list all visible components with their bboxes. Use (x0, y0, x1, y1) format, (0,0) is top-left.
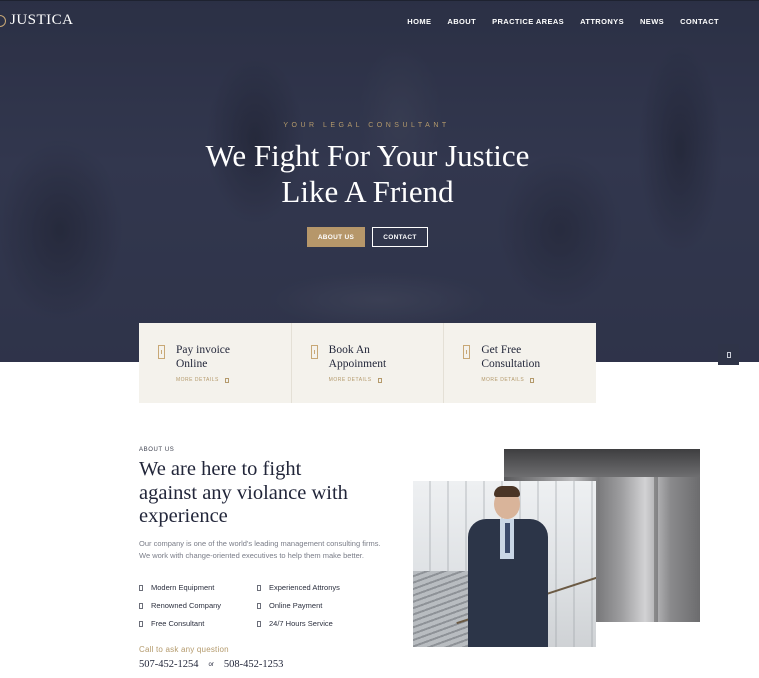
feature-item: 24/7 Hours Service (257, 619, 375, 628)
feature-label: Experienced Attronys (269, 583, 340, 592)
phone-link-1[interactable]: 507-452-1254 (139, 659, 199, 670)
card-title: Book An Appoinment (329, 343, 429, 371)
feature-label: Renowned Company (151, 601, 222, 610)
scales-icon (0, 14, 6, 27)
card-title-line-2: Online (176, 358, 208, 370)
check-icon (257, 620, 261, 627)
card-title-line-2: Consultation (481, 358, 541, 370)
about-label: ABOUT US (139, 447, 175, 453)
more-details-link[interactable]: MORE DETAILS (176, 377, 229, 383)
feature-label: Modern Equipment (151, 583, 215, 592)
more-details-link[interactable]: MORE DETAILS (481, 377, 535, 383)
card-title-line-1: Book An (328, 344, 370, 356)
check-icon (257, 584, 261, 591)
arrow-right-icon (224, 377, 229, 383)
service-cards: Pay invoice Online MORE DETAILS Book An … (139, 323, 596, 403)
more-details-label: MORE DETAILS (481, 377, 525, 383)
feature-item: Free Consultant (139, 619, 257, 628)
site-logo[interactable]: JUSTICA (0, 12, 74, 29)
feature-item: Online Payment (257, 601, 375, 610)
nav-attronys[interactable]: ATTRONYS (580, 17, 624, 26)
service-card-pay-invoice[interactable]: Pay invoice Online MORE DETAILS (139, 323, 292, 403)
person-hair-shape (494, 486, 520, 497)
about-text-line-1: Our company is one of the world's leadin… (139, 539, 381, 548)
cart-icon (726, 351, 731, 358)
about-description: Our company is one of the world's leadin… (139, 538, 409, 562)
feature-item: Experienced Attronys (257, 583, 375, 592)
main-nav: HOME ABOUT PRACTICE AREAS ATTRONYS NEWS … (407, 17, 719, 26)
card-title-line-2: Appoinment (328, 358, 387, 370)
nav-about[interactable]: ABOUT (447, 17, 476, 26)
contact-button[interactable]: CONTACT (372, 227, 428, 247)
arrow-right-icon (377, 377, 382, 383)
nav-news[interactable]: NEWS (640, 17, 664, 26)
feature-label: 24/7 Hours Service (269, 619, 333, 628)
check-icon (139, 584, 143, 591)
feature-item: Modern Equipment (139, 583, 257, 592)
about-title-line-3: experience (139, 505, 228, 527)
service-card-book-appointment[interactable]: Book An Appoinment MORE DETAILS (292, 323, 445, 403)
calendar-icon (310, 345, 318, 359)
card-title: Pay invoice Online (176, 343, 276, 371)
hero-subtitle: YOUR LEGAL CONSULTANT (283, 122, 450, 129)
card-title-line-1: Pay invoice (176, 344, 230, 356)
feature-list: Modern Equipment Experienced Attronys Re… (139, 583, 379, 628)
hero-title-line-1: We Fight For Your Justice (205, 138, 530, 173)
nav-home[interactable]: HOME (407, 17, 431, 26)
check-icon (139, 602, 143, 609)
person-tie-shape (505, 523, 510, 553)
lawyer-photo (413, 481, 596, 647)
about-title-line-1: We are here to fight (139, 458, 302, 480)
check-icon (139, 620, 143, 627)
hero-title: We Fight For Your Justice Like A Friend (0, 138, 735, 210)
arrow-right-icon (530, 377, 535, 383)
about-text-line-2: We work with change-oriented executives … (139, 551, 364, 560)
more-details-link[interactable]: MORE DETAILS (329, 377, 382, 383)
feature-item: Renowned Company (139, 601, 257, 610)
about-us-button[interactable]: ABOUT US (307, 227, 365, 247)
about-title-line-2: against any violance with (139, 481, 348, 504)
invoice-icon (158, 345, 165, 359)
consultation-icon (463, 345, 471, 359)
about-title: We are here to fight against any violanc… (139, 458, 409, 529)
card-title: Get Free Consultation (481, 343, 581, 371)
feature-label: Online Payment (269, 601, 323, 610)
more-details-label: MORE DETAILS (328, 377, 372, 383)
nav-practice-areas[interactable]: PRACTICE AREAS (492, 17, 564, 26)
feature-label: Free Consultant (151, 619, 205, 628)
nav-contact[interactable]: CONTACT (680, 17, 719, 26)
check-icon (257, 602, 261, 609)
card-title-line-1: Get Free (481, 344, 522, 356)
top-border (0, 0, 759, 1)
call-label: Call to ask any question (139, 645, 229, 654)
hero-title-line-2: Like A Friend (281, 174, 454, 209)
phone-link-2[interactable]: 508-452-1253 (224, 659, 284, 670)
service-card-free-consultation[interactable]: Get Free Consultation MORE DETAILS (444, 323, 596, 403)
or-separator: or (208, 661, 214, 668)
floating-action-button[interactable] (718, 344, 739, 365)
logo-text: JUSTICA (10, 12, 74, 28)
phone-numbers: 507-452-1254 or 508-452-1253 (139, 659, 283, 670)
more-details-label: MORE DETAILS (176, 377, 219, 383)
